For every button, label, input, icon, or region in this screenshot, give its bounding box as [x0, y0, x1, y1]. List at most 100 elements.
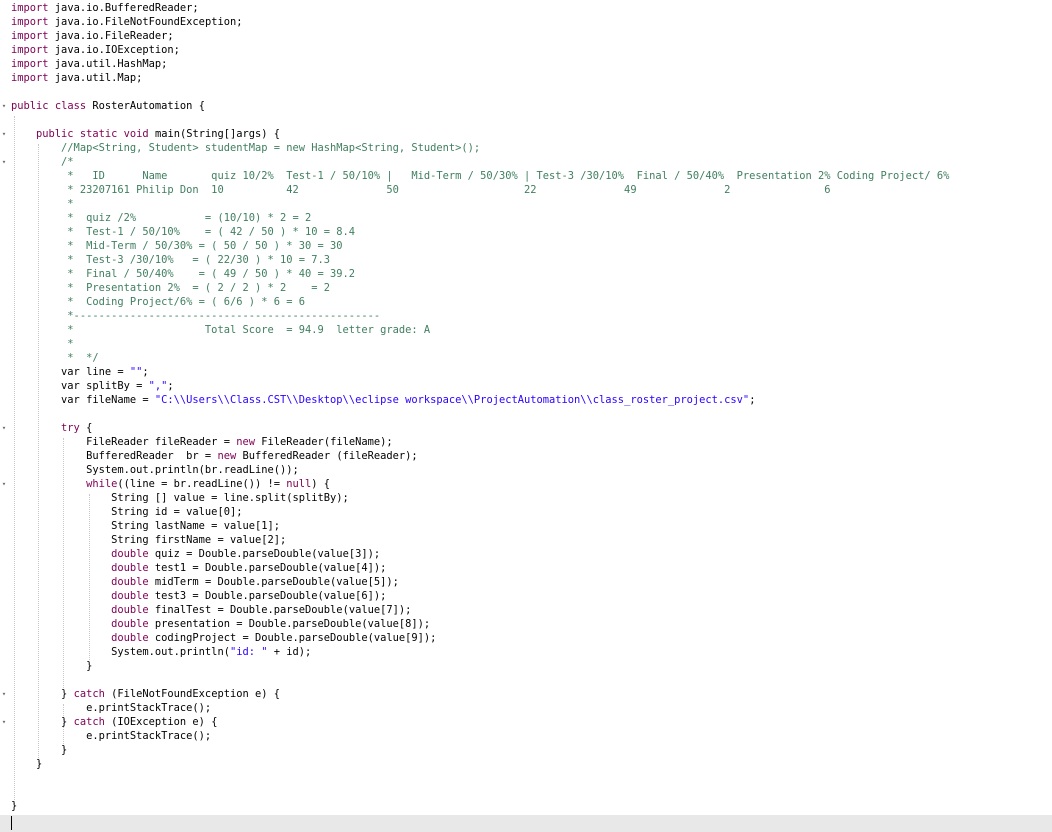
- code-token: }: [11, 744, 67, 756]
- fold-toggle-icon[interactable]: ▾: [0, 99, 8, 113]
- keyword-token: void: [124, 128, 149, 140]
- code-text: }: [11, 757, 42, 771]
- keyword-token: double: [111, 562, 149, 574]
- code-text: * Mid-Term / 50/30% = ( 50 / 50 ) * 30 =…: [11, 239, 343, 253]
- code-text: String id = value[0];: [11, 505, 242, 519]
- code-token: System.out.println(: [11, 646, 230, 658]
- keyword-token: double: [111, 590, 149, 602]
- code-text: * Test-3 /30/10% = ( 22/30 ) * 10 = 7.3: [11, 253, 330, 267]
- code-token: ;: [749, 394, 755, 406]
- code-line: import java.io.FileReader;: [0, 29, 1052, 43]
- code-token: (FileNotFoundException e) {: [105, 688, 280, 700]
- code-line: * Mid-Term / 50/30% = ( 50 / 50 ) * 30 =…: [0, 239, 1052, 253]
- keyword-token: import: [11, 2, 49, 14]
- code-text: * Coding Project/6% = ( 6/6 ) * 6 = 6: [11, 295, 305, 309]
- fold-toggle-icon[interactable]: ▾: [0, 127, 8, 141]
- string-token: "C:\\Users\\Class.CST\\Desktop\\eclipse …: [155, 394, 749, 406]
- code-line: [0, 673, 1052, 687]
- keyword-token: new: [217, 450, 236, 462]
- code-token: [11, 618, 111, 630]
- code-token: [11, 296, 61, 308]
- comment-token: * ID Name quiz 10/2% Test-1 / 50/10% | M…: [61, 170, 949, 182]
- code-text: * Test-1 / 50/10% = ( 42 / 50 ) * 10 = 8…: [11, 225, 355, 239]
- code-token: java.io.BufferedReader;: [49, 2, 199, 14]
- code-line: ▾ } catch (IOException e) {: [0, 715, 1052, 729]
- fold-toggle-icon[interactable]: ▾: [0, 687, 8, 701]
- code-token: [11, 184, 61, 196]
- keyword-token: double: [111, 548, 149, 560]
- code-line: double codingProject = Double.parseDoubl…: [0, 631, 1052, 645]
- code-text: String lastName = value[1];: [11, 519, 280, 533]
- code-line: double quiz = Double.parseDouble(value[3…: [0, 547, 1052, 561]
- code-text: var line = "";: [11, 365, 149, 379]
- code-token: java.io.IOException;: [49, 44, 180, 56]
- code-line: [0, 407, 1052, 421]
- code-token: [11, 590, 111, 602]
- code-line: import java.io.IOException;: [0, 43, 1052, 57]
- code-token: java.util.Map;: [49, 72, 143, 84]
- code-token: + id);: [268, 646, 312, 658]
- code-editor[interactable]: import java.io.BufferedReader;import jav…: [0, 0, 1052, 815]
- string-token: "id: ": [230, 646, 268, 658]
- code-token: String id = value[0];: [11, 506, 242, 518]
- code-line: ▾public class RosterAutomation {: [0, 99, 1052, 113]
- code-token: [11, 240, 61, 252]
- code-token: [11, 562, 111, 574]
- code-line: }: [0, 757, 1052, 771]
- code-line: * Total Score = 94.9 letter grade: A: [0, 323, 1052, 337]
- fold-toggle-icon[interactable]: ▾: [0, 155, 8, 169]
- keyword-token: null: [286, 478, 311, 490]
- keyword-token: catch: [74, 716, 105, 728]
- keyword-token: public: [11, 100, 49, 112]
- code-token: [11, 310, 61, 322]
- string-token: ",": [149, 380, 168, 392]
- comment-token: * Final / 50/40% = ( 49 / 50 ) * 40 = 39…: [61, 268, 355, 280]
- code-token: [11, 254, 61, 266]
- code-token: java.util.HashMap;: [49, 58, 168, 70]
- keyword-token: public: [36, 128, 74, 140]
- code-line: * 23207161 Philip Don 10 42 50 22 49 2 6: [0, 183, 1052, 197]
- code-token: }: [11, 716, 74, 728]
- code-text: }: [11, 659, 92, 673]
- code-token: }: [11, 800, 17, 812]
- code-token: e.printStackTrace();: [11, 730, 211, 742]
- code-text: } catch (FileNotFoundException e) {: [11, 687, 280, 701]
- comment-token: * Mid-Term / 50/30% = ( 50 / 50 ) * 30 =…: [61, 240, 343, 252]
- code-token: {: [80, 422, 93, 434]
- code-text: *: [11, 197, 74, 211]
- code-line: BufferedReader br = new BufferedReader (…: [0, 449, 1052, 463]
- code-token: [11, 170, 61, 182]
- code-token: [11, 478, 86, 490]
- code-token: [11, 226, 61, 238]
- comment-token: * Total Score = 94.9 letter grade: A: [61, 324, 430, 336]
- code-line: import java.util.Map;: [0, 71, 1052, 85]
- code-token: [11, 268, 61, 280]
- code-text: try {: [11, 421, 92, 435]
- fold-toggle-icon[interactable]: ▾: [0, 421, 8, 435]
- code-text: *---------------------------------------…: [11, 309, 380, 323]
- code-token: [11, 548, 111, 560]
- code-token: [11, 338, 61, 350]
- code-text: double presentation = Double.parseDouble…: [11, 617, 430, 631]
- comment-token: *---------------------------------------…: [61, 310, 380, 322]
- code-token: java.io.FileReader;: [49, 30, 174, 42]
- code-token: [11, 352, 61, 364]
- code-line: double midTerm = Double.parseDouble(valu…: [0, 575, 1052, 589]
- code-token: System.out.println(br.readLine());: [11, 464, 299, 476]
- code-text: /*: [11, 155, 74, 169]
- fold-toggle-icon[interactable]: ▾: [0, 715, 8, 729]
- code-token: test1 = Double.parseDouble(value[4]);: [149, 562, 387, 574]
- code-token: [11, 422, 61, 434]
- code-line: e.printStackTrace();: [0, 729, 1052, 743]
- code-text: var splitBy = ",";: [11, 379, 174, 393]
- code-text: e.printStackTrace();: [11, 701, 211, 715]
- code-token: test3 = Double.parseDouble(value[6]);: [149, 590, 387, 602]
- code-line: *: [0, 337, 1052, 351]
- keyword-token: import: [11, 58, 49, 70]
- code-line: double test3 = Double.parseDouble(value[…: [0, 589, 1052, 603]
- fold-toggle-icon[interactable]: ▾: [0, 477, 8, 491]
- code-line: ▾ public static void main(String[]args) …: [0, 127, 1052, 141]
- code-token: }: [11, 660, 92, 672]
- code-token: midTerm = Double.parseDouble(value[5]);: [149, 576, 399, 588]
- keyword-token: while: [86, 478, 117, 490]
